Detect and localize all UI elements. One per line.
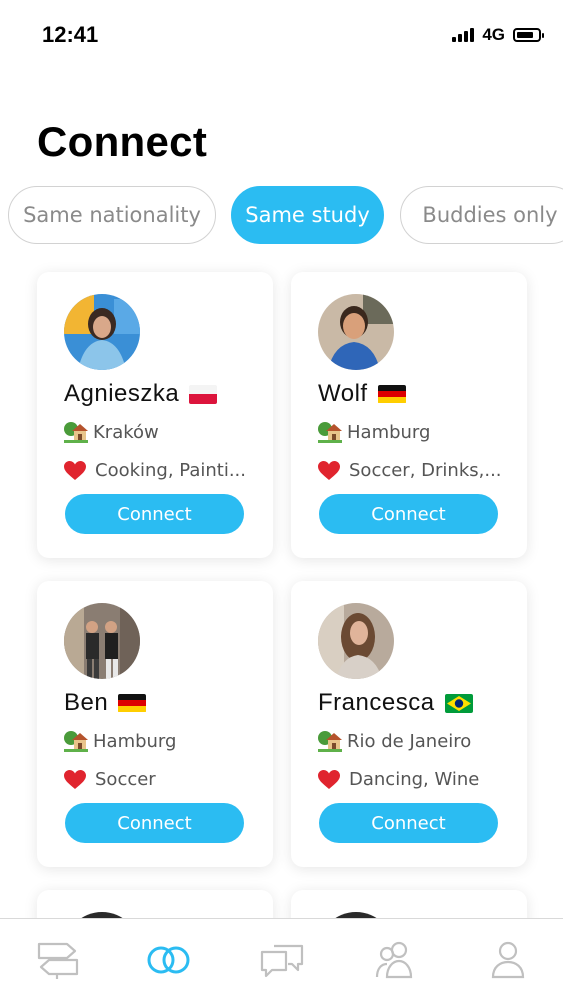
user-card[interactable]: Francesca Rio de Janeiro Dancing, Wine C… <box>291 581 527 867</box>
connect-button[interactable]: Connect <box>65 494 244 534</box>
signal-icon <box>452 28 475 42</box>
avatar <box>64 603 140 679</box>
people-icon <box>375 941 413 979</box>
user-card[interactable]: Wolf Hamburg Soccer, Drinks,... Connect <box>291 272 527 558</box>
user-interests: Soccer <box>95 769 156 790</box>
house-with-garden-icon <box>318 731 342 752</box>
bottom-tab-bar <box>0 918 563 1000</box>
tab-explore[interactable] <box>28 935 88 985</box>
network-type: 4G <box>482 25 505 44</box>
germany-flag-icon <box>118 693 147 713</box>
house-with-garden-icon <box>64 422 88 443</box>
house-with-garden-icon <box>64 731 88 752</box>
user-interests: Cooking, Painti... <box>95 460 247 481</box>
germany-flag-icon <box>377 384 406 404</box>
user-card[interactable]: Agnieszka Kraków Cooking, Painti... Conn… <box>37 272 273 558</box>
filter-buddies-only[interactable]: Buddies only <box>400 186 563 244</box>
tab-connect[interactable] <box>139 935 199 985</box>
user-interests: Dancing, Wine <box>349 769 480 790</box>
red-heart-icon <box>318 460 340 480</box>
user-name: Francesca <box>318 689 435 716</box>
user-card[interactable]: Ben Hamburg Soccer Connect <box>37 581 273 867</box>
tab-buddies[interactable] <box>365 935 425 985</box>
tab-chat[interactable] <box>252 935 312 985</box>
user-name: Wolf <box>318 380 368 407</box>
connect-button[interactable]: Connect <box>319 803 498 843</box>
page-title: Connect <box>37 118 208 165</box>
filter-same-study[interactable]: Same study <box>231 186 384 244</box>
user-city: Kraków <box>93 421 159 443</box>
profile-icon <box>491 941 525 979</box>
user-city: Rio de Janeiro <box>347 730 472 752</box>
red-heart-icon <box>64 769 86 789</box>
red-heart-icon <box>64 460 86 480</box>
connect-button[interactable]: Connect <box>319 494 498 534</box>
connect-screen: 12:41 4G Connect Same nationality Same s… <box>0 0 563 1000</box>
user-name: Ben <box>64 689 109 716</box>
user-interests: Soccer, Drinks,... <box>349 460 502 481</box>
filter-chips: Same nationality Same study Buddies only <box>0 186 563 246</box>
user-city: Hamburg <box>93 730 177 752</box>
user-city: Hamburg <box>347 421 431 443</box>
status-bar: 12:41 4G <box>0 0 563 60</box>
status-indicators: 4G <box>452 25 544 45</box>
filter-same-nationality[interactable]: Same nationality <box>8 186 216 244</box>
signpost-icon <box>37 942 79 979</box>
avatar <box>318 294 394 370</box>
poland-flag-icon <box>189 384 218 404</box>
tab-profile[interactable] <box>478 935 538 985</box>
battery-icon <box>513 28 544 42</box>
brazil-flag-icon <box>444 693 473 713</box>
connect-rings-icon <box>147 946 190 974</box>
chat-bubbles-icon <box>260 944 304 978</box>
red-heart-icon <box>318 769 340 789</box>
house-with-garden-icon <box>318 422 342 443</box>
connect-button[interactable]: Connect <box>65 803 244 843</box>
user-name: Agnieszka <box>64 380 180 407</box>
status-time: 12:41 <box>42 22 99 47</box>
avatar <box>64 294 140 370</box>
avatar <box>318 603 394 679</box>
